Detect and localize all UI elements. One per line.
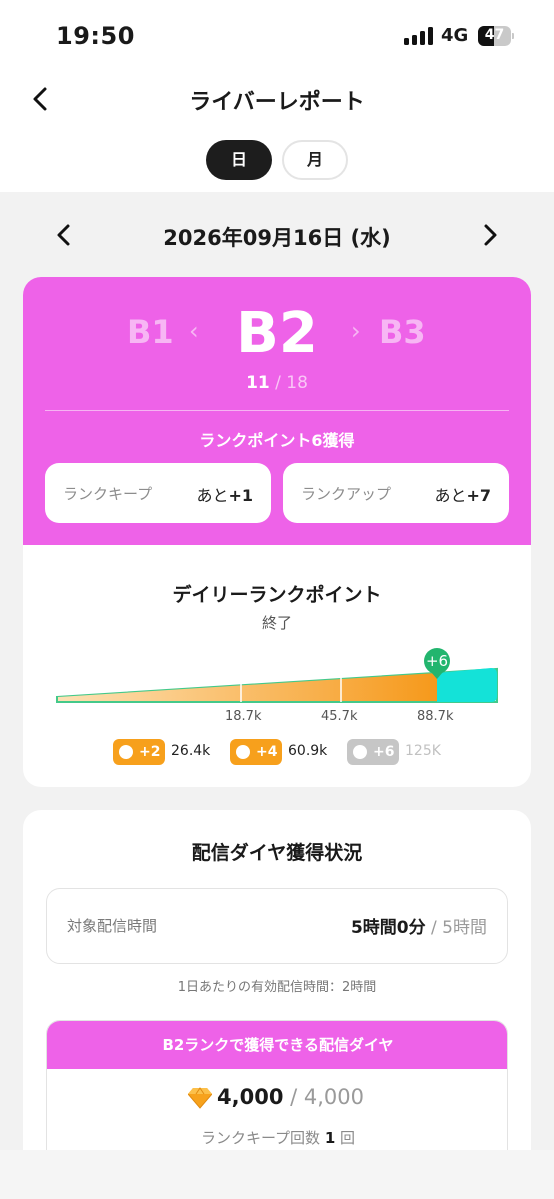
next-date-icon[interactable]: [478, 220, 502, 250]
date-navigation: 2026年09月16日 (水): [0, 212, 554, 260]
next-rank: B3: [379, 313, 426, 351]
tab-month[interactable]: 月: [282, 140, 348, 180]
app-header: ライバーレポート 日 月: [0, 70, 554, 192]
bottom-bar: [0, 1150, 554, 1199]
rank-summary: B1 ‹ B2 › B3 11 / 18 ランクポイント6獲得 ランクキープ あ…: [23, 277, 531, 545]
status-time: 19:50: [56, 22, 135, 50]
status-bar: 19:50 4G 47: [0, 0, 554, 70]
battery-icon: 47: [478, 26, 514, 46]
chevron-right-icon: ›: [351, 317, 361, 345]
diamond-earn-value: 4,000 / 4,000: [217, 1085, 364, 1109]
badge-threshold: 60.9k: [288, 743, 328, 759]
diamond-earn-box: B2ランクで獲得できる配信ダイヤ 4,000 / 4,000 ランクキープ回数 …: [46, 1020, 508, 1170]
divider: [45, 410, 509, 411]
stream-time-value: 5時間0分 / 5時間: [350, 918, 487, 938]
tick-label: 45.7k: [321, 709, 358, 724]
progress-fill-cyan: [437, 668, 497, 702]
stream-time-label: 対象配信時間: [67, 917, 158, 935]
rank-progress-total: / 18: [275, 373, 308, 393]
rank-keep-value: あと+1: [196, 486, 253, 505]
rank-keep-label: ランクキープ: [63, 485, 153, 503]
progress-fill-orange: [58, 673, 437, 701]
rank-card: B1 ‹ B2 › B3 11 / 18 ランクポイント6獲得 ランクキープ あ…: [23, 277, 531, 787]
network-type: 4G: [441, 25, 469, 46]
diamond-card: 配信ダイヤ獲得状況 対象配信時間 5時間0分 / 5時間 1日あたりの有効配信時…: [23, 810, 531, 1170]
rank-keep-box: ランクキープ あと+1: [45, 463, 271, 523]
tab-day[interactable]: 日: [206, 140, 272, 180]
rank-progress: 11 / 18: [23, 373, 531, 393]
current-rank: B2: [236, 301, 318, 366]
rank-points-earned: ランクポイント6獲得: [199, 431, 355, 450]
effective-time-note: 1日あたりの有効配信時間：2時間: [177, 980, 377, 995]
rank-up-value: あと+7: [434, 486, 491, 505]
point-badge-achieved: +4: [230, 739, 282, 765]
stream-time-box: 対象配信時間 5時間0分 / 5時間: [46, 888, 508, 964]
battery-level: 47: [484, 27, 505, 43]
badge-threshold: 125K: [405, 743, 441, 759]
signal-icon: [404, 27, 434, 45]
diamond-title: 配信ダイヤ獲得状況: [191, 842, 363, 864]
point-badge-pending: +6: [347, 739, 399, 765]
rank-up-label: ランクアップ: [301, 485, 392, 503]
check-icon: [119, 745, 133, 759]
diamond-icon: [188, 1087, 212, 1109]
point-badge-achieved: +2: [113, 739, 165, 765]
diamond-earn-header: B2ランクで獲得できる配信ダイヤ: [47, 1021, 507, 1069]
daily-rank-title: デイリーランクポイント: [172, 584, 382, 606]
marker-label: +6: [425, 652, 449, 670]
tick-label: 88.7k: [417, 709, 454, 724]
rank-keep-count: ランクキープ回数 1 回: [200, 1129, 356, 1147]
page-title: ライバーレポート: [189, 90, 365, 115]
check-icon: [353, 745, 367, 759]
rank-up-box: ランクアップ あと+7: [283, 463, 509, 523]
daily-rank-status: 終了: [261, 614, 292, 632]
check-icon: [236, 745, 250, 759]
rank-progress-current: 11: [246, 373, 270, 393]
tick-label: 18.7k: [225, 709, 262, 724]
badge-threshold: 26.4k: [171, 743, 211, 759]
current-date: 2026年09月16日 (水): [163, 226, 391, 250]
